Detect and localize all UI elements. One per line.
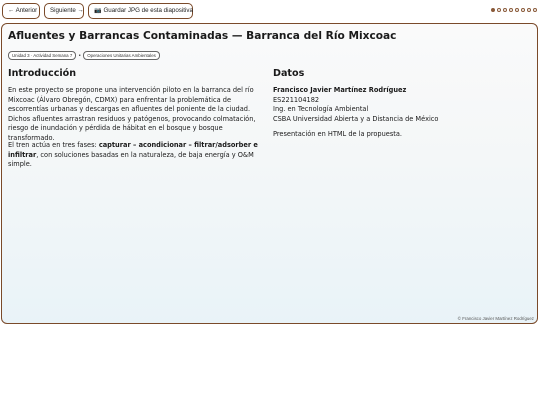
pager-dot-4[interactable] bbox=[509, 8, 513, 12]
author-name: Francisco Javier Martínez Rodríguez bbox=[273, 86, 407, 94]
next-button[interactable]: Siguiente → bbox=[44, 3, 84, 19]
intro-paragraph-1: En este proyecto se propone una interven… bbox=[8, 86, 256, 142]
intro-p2-suffix: , con soluciones basadas en la naturalez… bbox=[8, 150, 254, 169]
previous-button[interactable]: ← Anterior bbox=[2, 3, 40, 19]
save-jpg-label: Guardar JPG de esta diapositiva bbox=[103, 7, 193, 14]
slide-title: Afluentes y Barrancas Contaminadas — Bar… bbox=[8, 30, 397, 42]
intro-heading: Introducción bbox=[8, 68, 77, 79]
intro-p2-prefix: El tren actúa en tres fases: bbox=[8, 141, 99, 149]
copyright-footer: © Francisco Javier Martínez Rodríguez bbox=[457, 316, 534, 321]
tag-separator: • bbox=[78, 52, 82, 59]
tag-course: Operaciones Unitarias Ambientales bbox=[83, 51, 160, 60]
tag-unit: Unidad 3 · Actividad Semana 7 bbox=[8, 51, 77, 60]
pager-dot-6[interactable] bbox=[521, 8, 525, 12]
tag-list: Unidad 3 · Actividad Semana 7 • Operacio… bbox=[8, 51, 160, 60]
pager-dot-3[interactable] bbox=[503, 8, 507, 12]
camera-icon: 📷 bbox=[94, 8, 102, 14]
slide-pager-dots bbox=[491, 8, 537, 14]
intro-paragraph-2: El tren actúa en tres fases: capturar – … bbox=[8, 141, 270, 170]
pager-dot-7[interactable] bbox=[527, 8, 531, 12]
save-jpg-button[interactable]: 📷 Guardar JPG de esta diapositiva bbox=[88, 3, 193, 19]
presentation-note: Presentación en HTML de la propuesta. bbox=[273, 130, 402, 139]
pager-dot-1[interactable] bbox=[491, 8, 495, 12]
data-heading: Datos bbox=[273, 68, 305, 79]
slide-panel: Afluentes y Barrancas Contaminadas — Bar… bbox=[1, 23, 538, 324]
student-id: ES221104182 bbox=[273, 95, 320, 104]
pager-dot-5[interactable] bbox=[515, 8, 519, 12]
school-name: CSBA Universidad Abierta y a Distancia d… bbox=[273, 114, 439, 123]
pager-dot-8[interactable] bbox=[533, 8, 537, 12]
slide-navigation-bar: ← Anterior Siguiente → 📷 Guardar JPG de e… bbox=[0, 0, 540, 22]
program-name: Ing. en Tecnología Ambiental bbox=[273, 105, 369, 114]
data-block: Francisco Javier Martínez Rodríguez ES22… bbox=[273, 86, 513, 140]
pager-dot-2[interactable] bbox=[497, 8, 501, 12]
